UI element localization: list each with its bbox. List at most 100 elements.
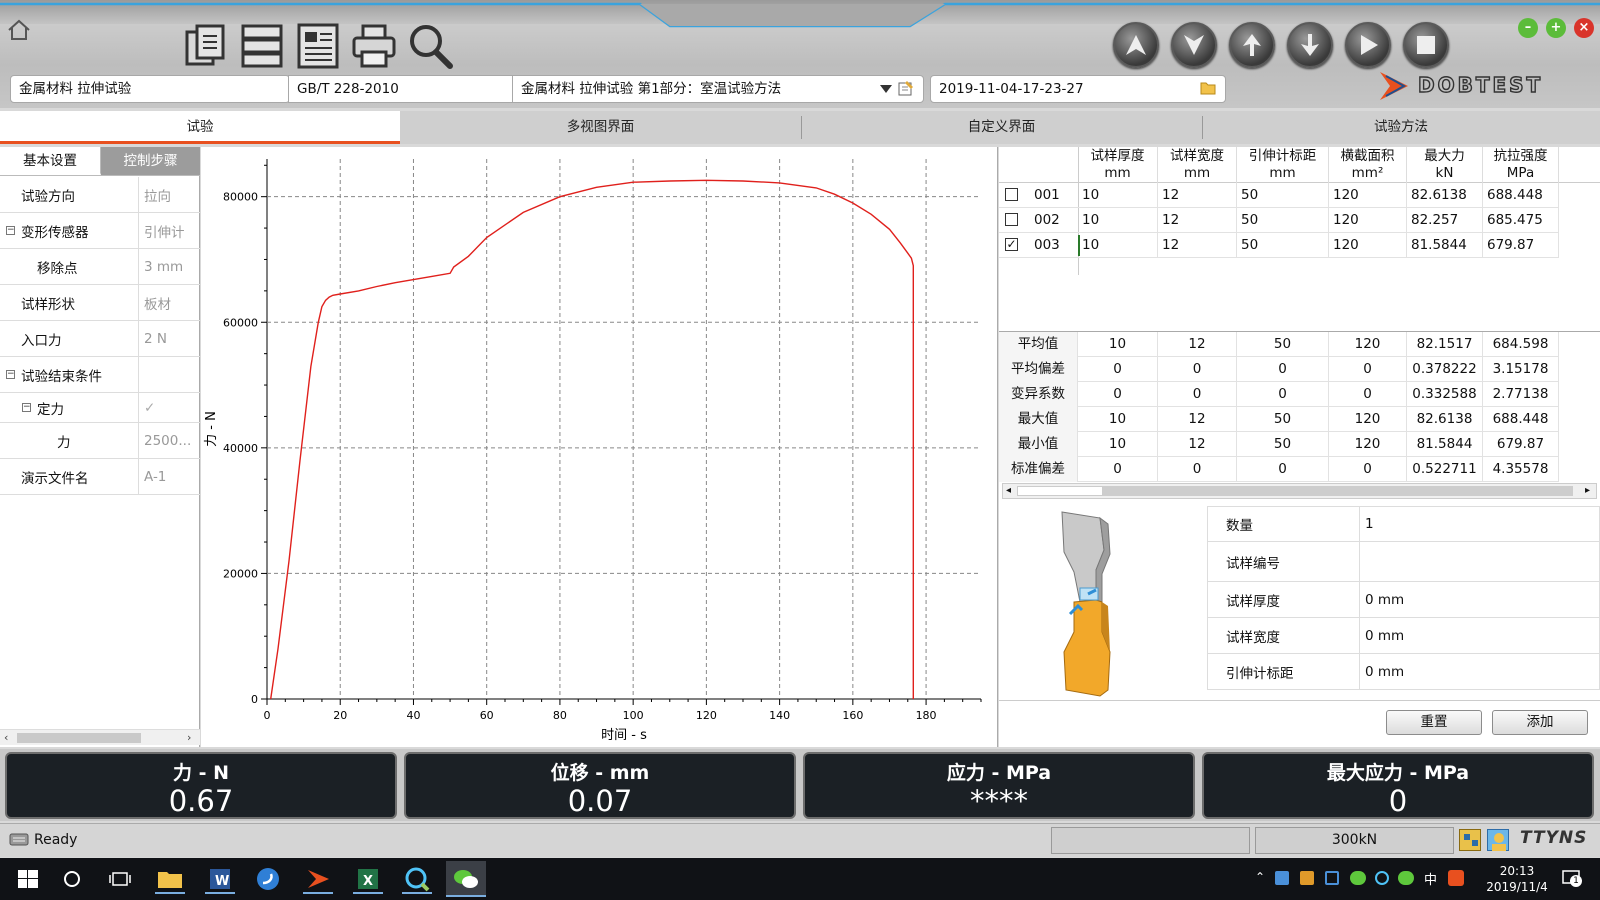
notification-icon[interactable]: 1 <box>1562 869 1582 887</box>
column-header[interactable]: 最大力 kN <box>1407 147 1483 183</box>
scroll-right-icon[interactable]: ▸ <box>1585 485 1590 496</box>
timestamp-field[interactable]: 2019-11-04-17-23-27 <box>930 75 1226 103</box>
tab-test[interactable]: 试验 <box>0 111 400 144</box>
prop-fixed-force[interactable]: − 定力 ✓ <box>0 393 200 423</box>
fast-down-icon[interactable] <box>1171 22 1217 68</box>
table-row[interactable]: 002 10 12 50 120 82.257 685.475 <box>999 208 1559 233</box>
form-input[interactable]: 0 mm <box>1360 582 1600 617</box>
chevron-down-icon[interactable] <box>880 85 892 93</box>
sogou-icon[interactable] <box>253 864 283 894</box>
maximize-icon[interactable]: + <box>1546 18 1566 38</box>
search-icon[interactable] <box>407 22 453 70</box>
server-icon[interactable] <box>239 22 285 70</box>
report-icon[interactable] <box>295 22 341 70</box>
prop-value[interactable]: 3 mm <box>138 249 200 284</box>
cortana-icon[interactable] <box>57 864 87 894</box>
reset-button[interactable]: 重置 <box>1386 710 1482 735</box>
prop-demo-file[interactable]: 演示文件名 A-1 <box>0 459 200 495</box>
prop-checkbox[interactable]: ✓ <box>138 393 200 422</box>
form-input[interactable] <box>1360 542 1600 581</box>
sensor-icon[interactable] <box>1459 829 1481 851</box>
file-explorer-icon[interactable] <box>155 864 185 894</box>
ime-indicator[interactable]: 中 <box>1424 869 1437 888</box>
force-time-chart[interactable]: 0 20 40 60 80 100 120 140 160 180 0 20000 40000 60000… <box>201 147 998 747</box>
tab-basic-settings[interactable]: 基本设置 <box>0 147 101 175</box>
prop-value[interactable]: 板材 <box>138 285 200 320</box>
table-row[interactable]: 001 10 12 50 120 82.6138 688.448 <box>999 183 1559 208</box>
tray-expand-icon[interactable]: ⌃ <box>1255 870 1265 884</box>
row-checkbox[interactable] <box>1005 213 1018 226</box>
add-button[interactable]: 添加 <box>1492 710 1588 735</box>
prop-deform-sensor[interactable]: − 变形传感器 引伸计 <box>0 213 200 249</box>
windows-start-icon[interactable] <box>13 864 43 894</box>
prop-value[interactable]: 2500... <box>138 423 200 458</box>
sogou-tray-icon[interactable] <box>1448 870 1464 886</box>
prop-specimen-shape[interactable]: 试样形状 板材 <box>0 285 200 321</box>
play-icon[interactable] <box>1345 22 1391 68</box>
scrollbar-thumb[interactable] <box>1017 486 1103 496</box>
fast-up-icon[interactable] <box>1113 22 1159 68</box>
browser-icon[interactable] <box>402 864 432 894</box>
scroll-right-icon[interactable]: › <box>187 731 191 744</box>
column-header[interactable]: 引伸计标距 mm <box>1237 147 1329 183</box>
dobtest-app-icon[interactable] <box>303 864 333 894</box>
column-header[interactable]: 横截面积 mm² <box>1329 147 1407 183</box>
clock-time[interactable]: 20:13 <box>1487 864 1547 878</box>
excel-icon[interactable]: X <box>353 864 383 894</box>
horizontal-scrollbar[interactable]: ‹ › <box>0 729 200 745</box>
tray-wechat-icon[interactable] <box>1398 871 1414 885</box>
task-view-icon[interactable] <box>105 864 135 894</box>
prop-value[interactable]: 2 N <box>138 321 200 356</box>
home-icon[interactable] <box>6 18 32 42</box>
prop-removal-point[interactable]: 移除点 3 mm <box>0 249 200 285</box>
clock-date[interactable]: 2019/11/4 <box>1480 880 1554 894</box>
printer-icon[interactable] <box>351 22 397 70</box>
prop-value[interactable]: 拉向 <box>138 177 200 212</box>
tray-browser-icon[interactable] <box>1375 871 1389 885</box>
prop-end-condition[interactable]: − 试验结束条件 <box>0 357 200 393</box>
collapse-icon[interactable]: − <box>22 403 31 412</box>
prop-test-direction[interactable]: 试验方向 拉向 <box>0 177 200 213</box>
wechat-icon[interactable] <box>446 861 486 897</box>
row-checkbox[interactable] <box>1005 188 1018 201</box>
scrollbar-thumb[interactable] <box>17 733 141 743</box>
user-icon[interactable] <box>1487 829 1509 851</box>
tab-test-method[interactable]: 试验方法 <box>1202 111 1600 144</box>
row-checkbox[interactable]: ✓ <box>1005 238 1018 251</box>
tab-multiview[interactable]: 多视图界面 <box>400 111 801 144</box>
tab-custom-view[interactable]: 自定义界面 <box>801 111 1202 144</box>
collapse-icon[interactable]: − <box>6 226 15 235</box>
scroll-left-icon[interactable]: ‹ <box>4 731 8 744</box>
documents-icon[interactable] <box>183 22 229 70</box>
column-header[interactable]: 试样厚度 mm <box>1078 147 1158 183</box>
standard-field[interactable]: GB/T 228-2010 <box>288 75 514 103</box>
tray-app-icon[interactable] <box>1275 871 1289 885</box>
table-scrollbar[interactable]: ◂ ▸ <box>1002 483 1597 499</box>
prop-force[interactable]: 力 2500... <box>0 423 200 459</box>
minimize-icon[interactable]: – <box>1518 18 1538 38</box>
tab-control-steps[interactable]: 控制步骤 <box>101 147 200 175</box>
scroll-left-icon[interactable]: ◂ <box>1006 485 1011 496</box>
prop-entry-force[interactable]: 入口力 2 N <box>0 321 200 357</box>
edit-method-icon[interactable] <box>898 80 914 96</box>
slow-up-icon[interactable] <box>1229 22 1275 68</box>
word-icon[interactable]: W <box>205 864 235 894</box>
stop-icon[interactable] <box>1403 22 1449 68</box>
tray-app-icon[interactable] <box>1300 871 1314 885</box>
form-input[interactable]: 0 mm <box>1360 654 1600 689</box>
form-input[interactable]: 0 mm <box>1360 618 1600 653</box>
collapse-icon[interactable]: − <box>6 370 15 379</box>
column-header[interactable]: 抗拉强度 MPa <box>1483 147 1559 183</box>
tray-check-icon[interactable] <box>1325 871 1339 885</box>
method-category-field[interactable]: 金属材料 拉伸试验 <box>10 75 290 103</box>
tray-wechat-icon[interactable] <box>1350 871 1366 885</box>
slow-down-icon[interactable] <box>1287 22 1333 68</box>
table-row[interactable]: ✓ 003 10 12 50 120 81.5844 679.87 <box>999 233 1559 258</box>
method-name-select[interactable]: 金属材料 拉伸试验 第1部分：室温试验方法 <box>512 75 924 103</box>
form-input[interactable]: 1 <box>1360 507 1600 541</box>
prop-value[interactable] <box>138 357 200 392</box>
close-icon[interactable]: × <box>1574 18 1594 38</box>
column-header[interactable]: 试样宽度 mm <box>1158 147 1237 183</box>
prop-value[interactable]: A-1 <box>138 459 200 494</box>
folder-icon[interactable] <box>1200 81 1216 95</box>
